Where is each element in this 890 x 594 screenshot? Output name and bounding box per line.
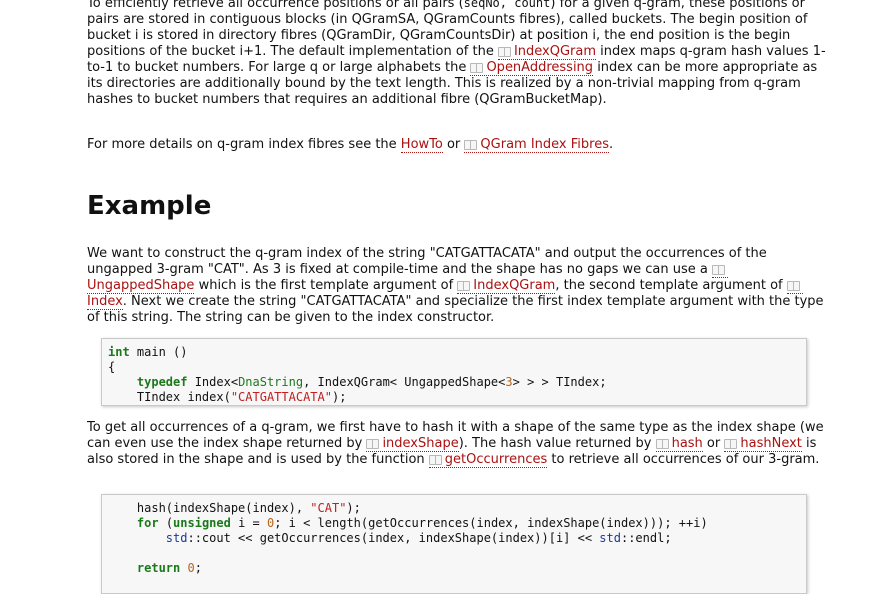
code-token: ; [194,561,202,575]
code-token: 3 [505,375,513,389]
code-token: i = [230,516,267,530]
text: or [702,436,725,451]
code-token: { [108,360,116,374]
code-token: std [599,531,621,545]
link-indexshape[interactable]: indexShape [366,436,459,452]
book-icon [428,455,442,465]
book-icon [724,439,738,449]
code-token: ); [346,501,361,515]
code-token: std [165,531,188,545]
code-token: > > > TIndex; [512,375,607,389]
code-token: "CAT" [310,501,347,515]
code-block-1: int main () { typedef Index<DnaString, I… [101,338,807,406]
code-token: return [136,561,181,575]
link-indexqgram[interactable]: IndexQGram [497,44,597,60]
code-token: ; i < length(getOccurrences(index, index… [274,516,708,530]
book-icon [711,265,725,275]
text: , the second template argument of [555,278,787,293]
book-icon [655,439,669,449]
code-token: , IndexQGram< UngappedShape< [303,375,506,389]
link-label: hash [671,436,703,451]
link-label: Index [87,294,123,309]
hash-paragraph: To get all occurrences of a q-gram, we f… [87,420,827,468]
link-label: UngappedShape [87,278,195,293]
code-token: ( [158,516,174,530]
link-indexqgram-2[interactable]: IndexQGram [457,278,556,294]
code-token: typedef [136,375,188,389]
code-token: ::endl; [620,531,672,545]
text: We want to construct the q-gram index of… [87,246,767,277]
code: int main () { typedef Index<DnaString, I… [108,345,800,405]
book-icon [786,281,800,291]
details-paragraph: For more details on q-gram index fibres … [87,137,613,153]
book-icon [464,140,478,150]
example-paragraph: We want to construct the q-gram index of… [87,246,827,326]
code-token: int [108,345,130,359]
code-token: main () [129,345,188,359]
book-icon [497,47,511,57]
book-icon [470,63,484,73]
link-label: QGram Index Fibres [480,137,609,152]
code-token: 0 [187,561,195,575]
inline-code: seqNo, count [463,0,551,10]
link-qgram-index-fibres[interactable]: QGram Index Fibres [464,137,609,153]
text: which is the first template argument of [194,278,458,293]
link-openaddressing[interactable]: OpenAddressing [470,60,594,76]
code-token: DnaString [238,375,304,389]
text: to retrieve all occurrences of our 3-gra… [547,452,820,467]
code-token: unsigned [173,516,231,530]
code-token: TIndex index( [136,390,231,404]
code-token: Index< [187,375,239,389]
example-heading: Example [87,191,212,221]
link-label: hashNext [740,436,802,451]
link-hashnext[interactable]: hashNext [724,436,802,452]
text: ). The hash value returned by [458,436,656,451]
code-token: hash(indexShape(index), [136,501,311,515]
code-token: ); [331,390,347,404]
link-label: getOccurrences [444,452,548,467]
text: For more details on q-gram index fibres … [87,137,401,152]
code-block-2: hash(indexShape(index), "CAT"); for (uns… [101,494,807,594]
book-icon [366,439,380,449]
text: . Next we create the string "CATGATTACAT… [87,294,824,325]
code-token: for [136,516,159,530]
link-hash[interactable]: hash [655,436,703,452]
link-getoccurrences[interactable]: getOccurrences [428,452,548,468]
book-icon [457,281,471,291]
code: hash(indexShape(index), "CAT"); for (uns… [108,501,800,576]
link-label: OpenAddressing [486,60,594,75]
link-label: IndexQGram [473,278,556,293]
code-token: ::cout << getOccurrences(index, indexSha… [187,531,600,545]
text: . [608,137,614,152]
link-label: indexShape [382,436,459,451]
intro-paragraph: To efficiently retrieve all occurrence p… [87,0,827,108]
text: or [442,137,465,152]
text: To efficiently retrieve all occurrence p… [87,0,464,11]
code-token: "CATGATTACATA" [230,390,332,404]
link-howto[interactable]: HowTo [400,137,443,153]
link-label: IndexQGram [513,44,597,59]
